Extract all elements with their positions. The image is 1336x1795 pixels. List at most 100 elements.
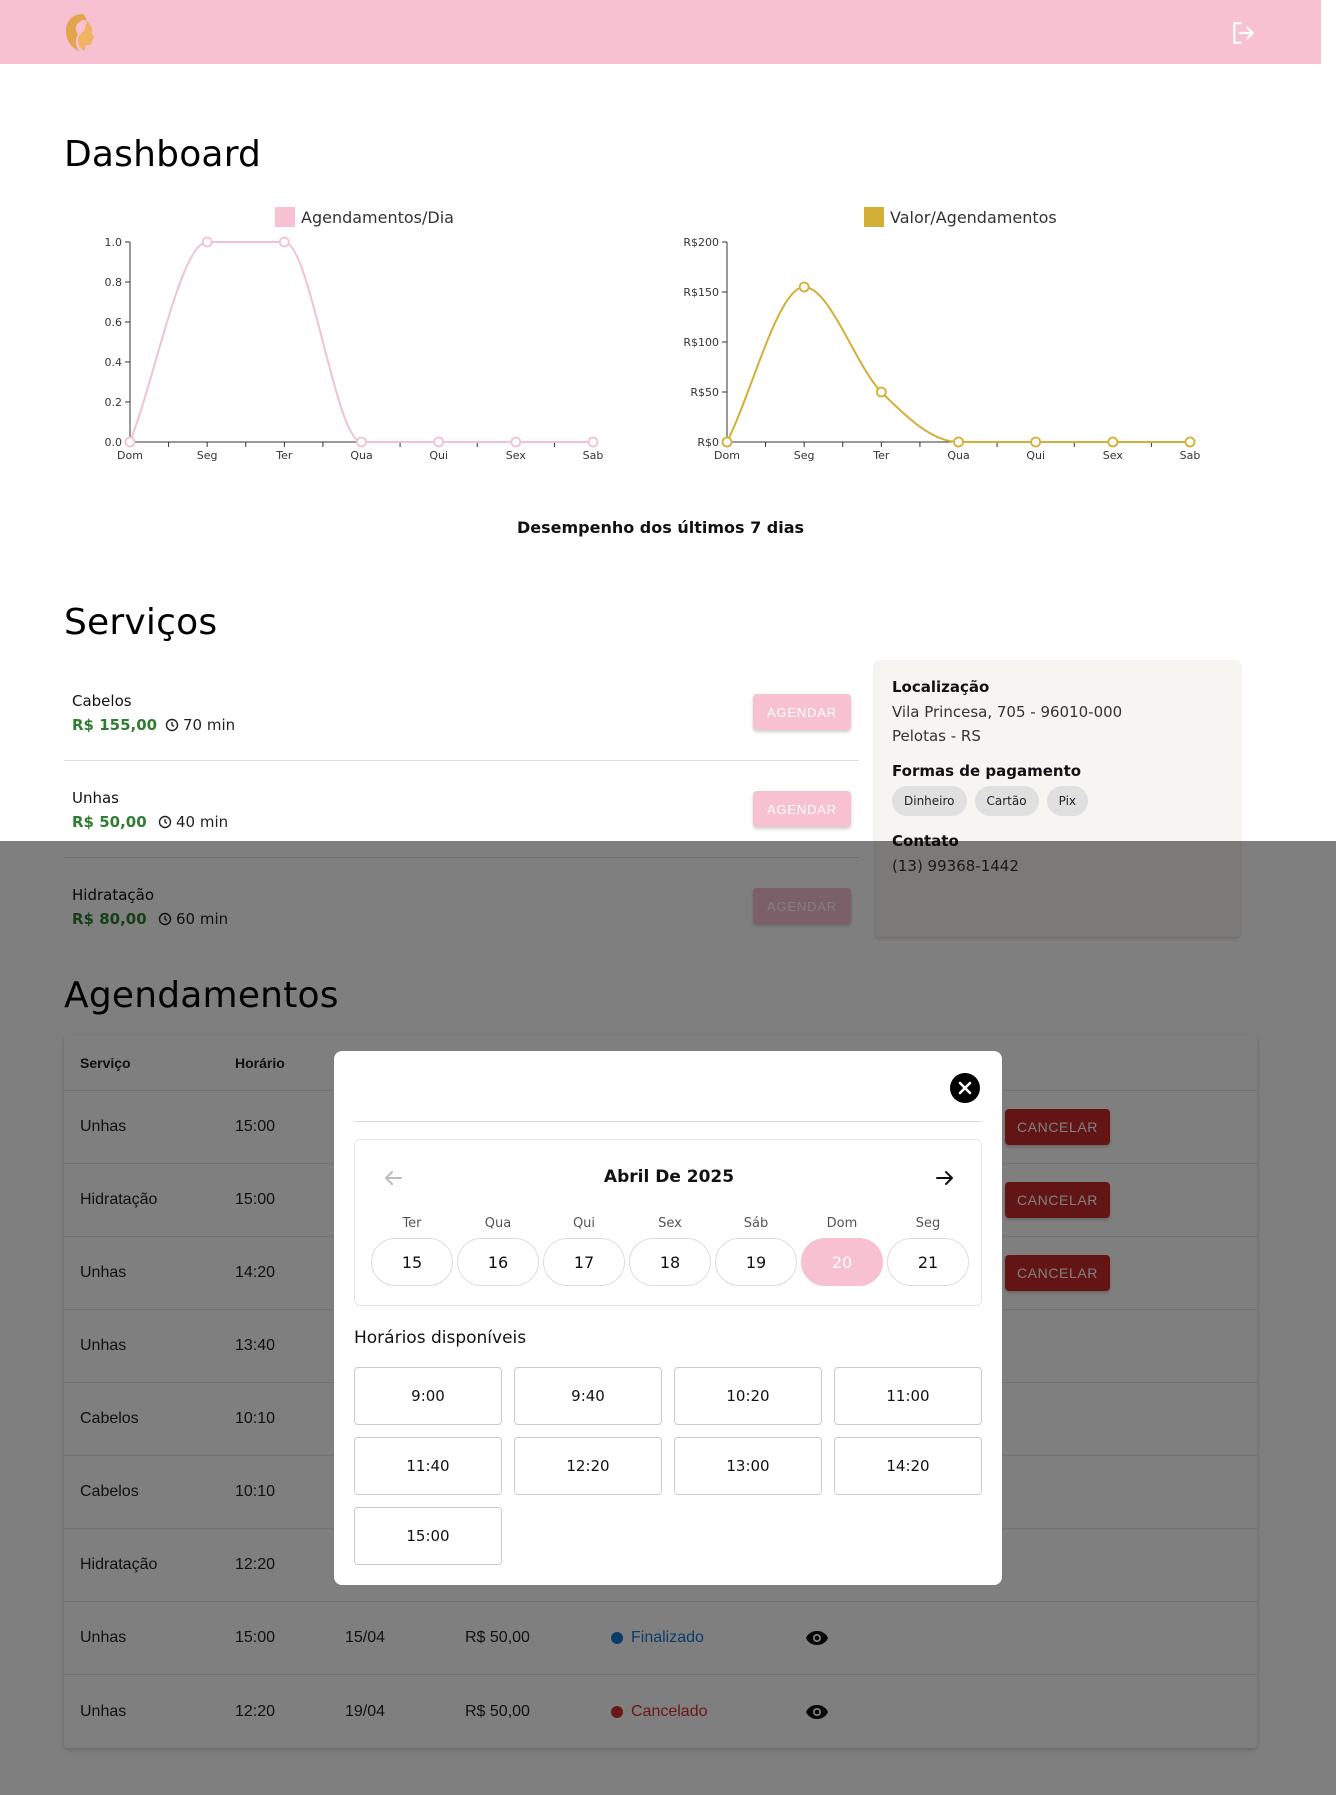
payment-title: Formas de pagamento xyxy=(892,762,1082,780)
series-line xyxy=(726,285,1190,443)
time-slot-button[interactable]: 10:20 xyxy=(674,1367,822,1425)
date-picker: Abril De 2025 Ter 15 Qua 16 Qui 17 Sex 18 Sá… xyxy=(354,1139,982,1306)
service-name: Cabelos xyxy=(72,692,132,710)
data-point xyxy=(875,386,887,398)
payment-chip: Dinheiro xyxy=(892,786,967,816)
data-point xyxy=(1107,436,1119,448)
service-duration-text: 70 min xyxy=(183,716,236,734)
y-tick-label: 0.8 xyxy=(105,276,123,289)
day-strip: Ter 15 Qua 16 Qui 17 Sex 18 Sáb 19 Dom 20 Seg 2… xyxy=(371,1216,969,1286)
data-point xyxy=(510,436,522,448)
close-icon[interactable] xyxy=(950,1073,980,1103)
y-tick-label: 0.6 xyxy=(105,316,123,329)
day-column: Qui 17 xyxy=(543,1216,625,1286)
day-button[interactable]: 16 xyxy=(457,1238,539,1286)
service-price: R$ 155,00 xyxy=(72,716,158,734)
payment-chip: Cartão xyxy=(974,786,1039,816)
data-point xyxy=(721,436,733,448)
series-line xyxy=(129,241,593,443)
time-slot-button[interactable]: 9:00 xyxy=(354,1367,502,1425)
data-point xyxy=(1184,436,1196,448)
day-button[interactable]: 19 xyxy=(715,1238,797,1286)
y-tick-label: R$200 xyxy=(683,236,719,249)
data-point xyxy=(433,436,445,448)
x-tick-label: Sab xyxy=(583,449,604,462)
x-tick-label: Qui xyxy=(1026,449,1045,462)
y-tick-label: 1.0 xyxy=(105,236,123,249)
day-button[interactable]: 21 xyxy=(887,1238,969,1286)
y-tick-label: 0.0 xyxy=(105,436,123,449)
service-duration-text: 40 min xyxy=(176,813,229,831)
service-price: R$ 50,00 xyxy=(72,813,147,831)
payment-chips: Dinheiro Cartão Pix xyxy=(892,786,1223,816)
schedule-button[interactable]: AGENDAR xyxy=(753,694,851,730)
clock-icon xyxy=(165,718,179,732)
day-column: Sex 18 xyxy=(629,1216,711,1286)
y-tick-label: 0.4 xyxy=(105,356,123,369)
clock-icon xyxy=(158,815,172,829)
data-point xyxy=(587,436,599,448)
time-slot-button[interactable]: 12:20 xyxy=(514,1437,662,1495)
schedule-button[interactable]: AGENDAR xyxy=(753,791,851,827)
time-slot-button[interactable]: 11:40 xyxy=(354,1437,502,1495)
x-tick-label: Ter xyxy=(872,449,890,462)
data-point xyxy=(798,281,810,293)
day-button[interactable]: 18 xyxy=(629,1238,711,1286)
data-point xyxy=(356,436,367,448)
data-point xyxy=(201,236,213,248)
schedule-modal: Abril De 2025 Ter 15 Qua 16 Qui 17 Sex 18 Sá… xyxy=(334,1051,1002,1585)
address-line1: Vila Princesa, 705 - 96010-000 xyxy=(892,703,1123,721)
dashboard-title: Dashboard xyxy=(64,134,262,175)
time-slots: 9:00 9:40 10:20 11:00 11:40 12:20 13:00 … xyxy=(354,1367,984,1565)
y-tick-label: R$150 xyxy=(683,286,719,299)
x-tick-label: Sex xyxy=(506,449,527,462)
day-name: Dom xyxy=(826,1216,858,1231)
x-tick-label: Seg xyxy=(794,449,815,462)
data-point xyxy=(124,436,136,448)
day-column: Dom 20 xyxy=(801,1216,883,1286)
data-point xyxy=(278,236,290,248)
x-tick-label: Dom xyxy=(714,449,740,462)
service-name: Unhas xyxy=(72,789,119,807)
day-button[interactable]: 17 xyxy=(543,1238,625,1286)
day-name: Ter xyxy=(402,1216,422,1231)
y-tick-label: R$0 xyxy=(697,436,719,449)
close-x-glyph xyxy=(958,1081,972,1095)
appointments-per-day-chart: 0.0 0.2 0.4 0.6 0.8 1.0 Dom Seg Ter Qua Qui Sex Sab xyxy=(105,236,604,462)
day-name: Sex xyxy=(658,1216,682,1231)
time-slot-button[interactable]: 15:00 xyxy=(354,1507,502,1565)
x-tick-label: Sex xyxy=(1103,449,1124,462)
data-point xyxy=(1030,436,1042,448)
modal-divider xyxy=(354,1121,982,1122)
day-column: Qua 16 xyxy=(457,1216,539,1286)
day-button[interactable]: 15 xyxy=(371,1238,453,1286)
time-slot-button[interactable]: 9:40 xyxy=(514,1367,662,1425)
service-duration: 40 min xyxy=(158,813,228,831)
service-item: Cabelos R$ 155,00 70 min AGENDAR xyxy=(64,664,859,761)
services-title: Serviços xyxy=(64,602,218,643)
x-tick-label: Qua xyxy=(350,449,372,462)
time-slot-button[interactable]: 13:00 xyxy=(674,1437,822,1495)
day-name: Seg xyxy=(915,1216,941,1231)
data-point xyxy=(953,436,964,448)
logout-icon[interactable] xyxy=(1230,20,1256,46)
time-slot-button[interactable]: 14:20 xyxy=(834,1437,982,1495)
arrow-right-icon[interactable] xyxy=(933,1166,957,1190)
x-tick-label: Ter xyxy=(275,449,293,462)
day-name: Sáb xyxy=(743,1216,769,1231)
x-tick-label: Qua xyxy=(947,449,969,462)
x-tick-label: Sab xyxy=(1180,449,1201,462)
day-button-selected[interactable]: 20 xyxy=(801,1238,883,1286)
month-title: Abril De 2025 xyxy=(603,1167,735,1187)
day-name: Qua xyxy=(484,1216,512,1231)
woman-profile-logo xyxy=(65,14,95,51)
day-column: Sáb 19 xyxy=(715,1216,797,1286)
payment-chip: Pix xyxy=(1046,786,1089,816)
x-tick-label: Seg xyxy=(197,449,218,462)
y-tick-label: R$100 xyxy=(683,336,719,349)
day-column: Seg 21 xyxy=(887,1216,969,1286)
x-tick-label: Dom xyxy=(117,449,143,462)
address-line2: Pelotas - RS xyxy=(892,727,981,745)
time-slot-button[interactable]: 11:00 xyxy=(834,1367,982,1425)
service-duration: 70 min xyxy=(165,716,235,734)
